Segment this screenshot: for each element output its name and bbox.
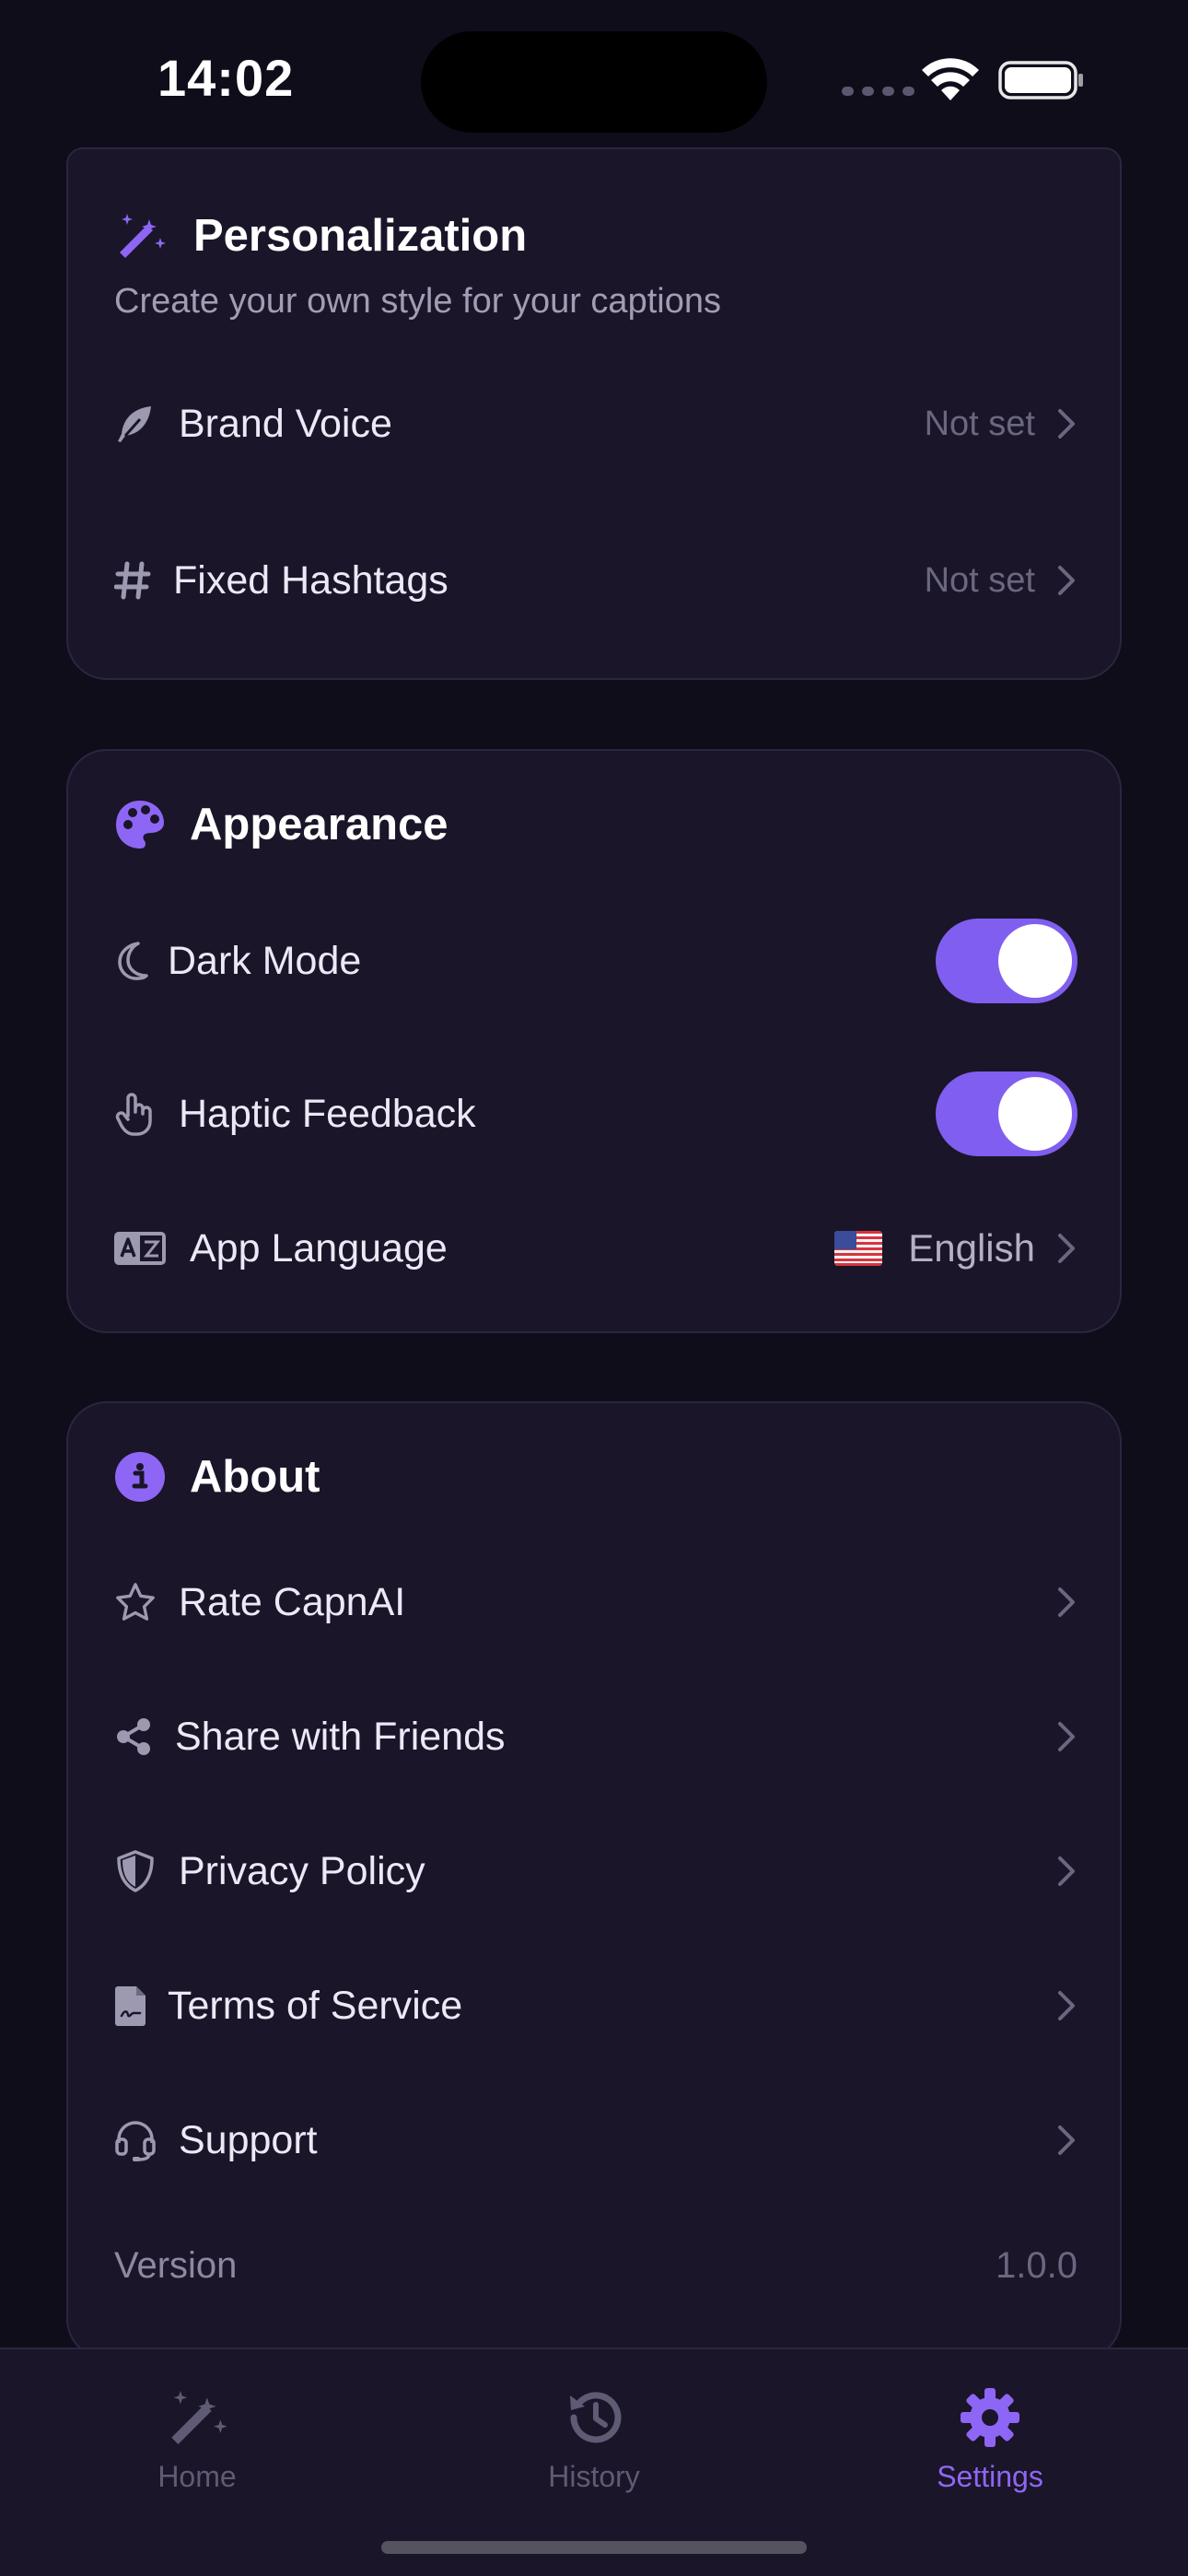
haptic-feedback-label: Haptic Feedback <box>179 1091 476 1136</box>
feather-icon <box>114 403 157 445</box>
chevron-right-icon <box>1058 1856 1075 1886</box>
chevron-right-icon <box>1058 566 1075 595</box>
status-time: 14:02 <box>157 49 295 107</box>
wifi-icon <box>922 58 979 100</box>
app-language-value: English <box>908 1226 1035 1270</box>
toggle-knob <box>998 924 1072 998</box>
appearance-card: Appearance Dark Mode Haptic Feedback App… <box>66 749 1122 1333</box>
personalization-card: Personalization Create your own style fo… <box>66 147 1122 680</box>
app-language-row[interactable]: App Language English <box>114 1193 1077 1304</box>
chevron-right-icon <box>1058 2125 1075 2155</box>
chevron-right-icon <box>1058 1722 1075 1751</box>
privacy-label: Privacy Policy <box>179 1848 425 1893</box>
fixed-hashtags-label: Fixed Hashtags <box>173 557 448 603</box>
support-label: Support <box>179 2117 318 2162</box>
privacy-row[interactable]: Privacy Policy <box>114 1816 1077 1926</box>
toggle-knob <box>998 1077 1072 1151</box>
share-row[interactable]: Share with Friends <box>114 1681 1077 1792</box>
history-icon <box>570 2392 622 2443</box>
chevron-right-icon <box>1058 1234 1075 1263</box>
tab-settings[interactable]: Settings <box>898 2386 1082 2494</box>
brand-voice-row[interactable]: Brand Voice Not set <box>114 369 1077 479</box>
brand-voice-label: Brand Voice <box>179 401 392 446</box>
hashtag-icon <box>114 559 151 602</box>
dark-mode-toggle[interactable] <box>936 919 1077 1003</box>
tab-history-label: History <box>548 2460 640 2493</box>
shield-icon <box>114 1850 157 1892</box>
fixed-hashtags-row[interactable]: Fixed Hashtags Not set <box>114 525 1077 636</box>
moon-icon <box>114 940 149 982</box>
version-row: Version 1.0.0 <box>114 2210 1077 2321</box>
chevron-right-icon <box>1058 1587 1075 1617</box>
app-language-label: App Language <box>190 1225 448 1270</box>
hand-pointer-icon <box>114 1093 157 1136</box>
document-icon <box>114 1985 147 2027</box>
tab-history[interactable]: History <box>502 2386 686 2494</box>
brand-voice-value: Not set <box>924 404 1035 443</box>
fixed-hashtags-value: Not set <box>924 560 1035 600</box>
gear-icon <box>961 2388 1019 2447</box>
terms-row[interactable]: Terms of Service <box>114 1950 1077 2061</box>
tab-home[interactable]: Home <box>105 2386 289 2494</box>
palette-icon <box>116 801 164 849</box>
haptic-feedback-row: Haptic Feedback <box>114 1059 1077 1169</box>
dynamic-island <box>421 31 767 133</box>
chevron-right-icon <box>1058 409 1075 439</box>
tab-home-label: Home <box>157 2460 237 2493</box>
star-icon <box>114 1581 157 1623</box>
dark-mode-label: Dark Mode <box>168 938 362 983</box>
status-bar: 14:02 <box>0 0 1188 161</box>
about-title: About <box>190 1452 320 1502</box>
settings-screen: 14:02 Personalization Create your own st… <box>0 0 1188 2576</box>
dark-mode-row: Dark Mode <box>114 906 1077 1016</box>
about-header: About <box>114 1451 320 1503</box>
magic-wand-icon <box>171 2391 227 2444</box>
battery-icon <box>998 61 1083 100</box>
terms-label: Terms of Service <box>168 1983 463 2028</box>
headset-icon <box>114 2119 157 2161</box>
personalization-title: Personalization <box>193 211 528 261</box>
cellular-signal-icon <box>842 87 914 96</box>
personalization-subtitle: Create your own style for your captions <box>114 282 721 321</box>
rate-row[interactable]: Rate CapnAI <box>114 1547 1077 1657</box>
magic-wand-icon <box>120 214 166 258</box>
personalization-header: Personalization <box>114 210 527 262</box>
home-indicator[interactable] <box>381 2541 807 2554</box>
about-card: About Rate CapnAI Share with Friends Pri… <box>66 1401 1122 2359</box>
version-label: Version <box>114 2244 238 2286</box>
us-flag-icon <box>834 1231 883 1266</box>
info-icon <box>115 1452 165 1502</box>
version-value: 1.0.0 <box>996 2244 1077 2286</box>
support-row[interactable]: Support <box>114 2085 1077 2195</box>
haptic-feedback-toggle[interactable] <box>936 1071 1077 1156</box>
tab-settings-label: Settings <box>937 2460 1043 2493</box>
share-icon <box>114 1715 153 1758</box>
rate-label: Rate CapnAI <box>179 1579 406 1624</box>
language-icon <box>114 1227 166 1270</box>
share-label: Share with Friends <box>175 1714 506 1759</box>
appearance-title: Appearance <box>190 800 448 849</box>
appearance-header: Appearance <box>114 799 448 850</box>
chevron-right-icon <box>1058 1991 1075 2020</box>
